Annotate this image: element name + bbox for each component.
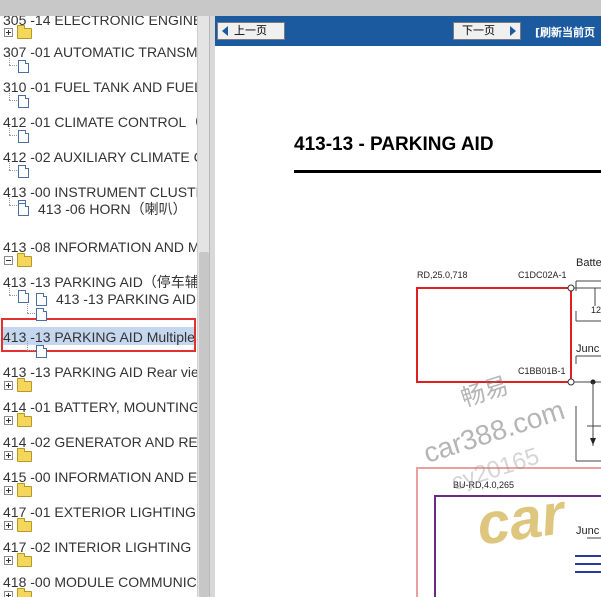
junction-label-1: Junc: [576, 343, 600, 355]
folder-icon: [17, 588, 32, 597]
folder-icon: [17, 253, 32, 267]
tree-item-label: 305 -14 ELECTRONIC ENGINE C: [3, 16, 197, 28]
tree-item[interactable]: 418 -00 MODULE COMMUNICA: [0, 572, 197, 592]
document-icon: [18, 95, 29, 108]
connector-dot-2: [567, 378, 575, 386]
tree-item[interactable]: 413 -13 PARKING AID: [0, 289, 197, 309]
folder-icon: [17, 553, 32, 567]
tree-item[interactable]: 307 -01 AUTOMATIC TRANSMI: [0, 42, 197, 62]
tree-item-label: 415 -00 INFORMATION AND EI: [3, 469, 197, 485]
document-icon: [36, 345, 47, 358]
tree-item[interactable]: 413 -08 INFORMATION AND M: [0, 237, 197, 257]
watermark-logo: car: [472, 481, 569, 558]
tree-item-label: 417 -01 EXTERIOR LIGHTING（: [3, 504, 197, 520]
pin-number-label: 12: [591, 305, 601, 315]
connector-label-1: C1DC02A-1: [518, 270, 567, 280]
tree-item[interactable]: 412 -01 CLIMATE CONTROL（冷: [0, 112, 197, 132]
expand-plus-icon[interactable]: [4, 486, 13, 495]
tree-item[interactable]: 413 -06 HORN（喇叭）: [0, 199, 197, 219]
junction-label-2: Junc: [576, 525, 600, 537]
expand-plus-icon[interactable]: [4, 521, 13, 530]
window-top-bar: [0, 0, 601, 17]
document-icon: [36, 308, 47, 321]
tree-item-label: 418 -00 MODULE COMMUNICA: [3, 574, 197, 590]
expand-plus-icon[interactable]: [4, 381, 13, 390]
tree-item[interactable]: 413 -13 PARKING AID Rear view: [0, 362, 197, 382]
folder-icon: [17, 378, 32, 392]
collapse-minus-icon[interactable]: [4, 256, 13, 265]
tree-item-label: 414 -01 BATTERY, MOUNTING: [3, 399, 197, 415]
tree-item-label: 310 -01 FUEL TANK AND FUEL: [3, 79, 197, 95]
battery-label: Batte: [576, 257, 601, 269]
tree-item-label: 413 -06 HORN（喇叭）: [38, 201, 187, 217]
document-pane: 上一页 下一页 [刷新当前页 413-13 - PARKING AID RD,2…: [215, 16, 601, 597]
tree-item-label: 417 -02 INTERIOR LIGHTING（室: [3, 539, 197, 555]
tree-item[interactable]: 415 -00 INFORMATION AND EI: [0, 467, 197, 487]
tree-item-label: 413 -13 PARKING AID Rear view: [3, 364, 197, 380]
tree-item-label: 413 -08 INFORMATION AND M: [3, 239, 197, 255]
folder-icon: [17, 448, 32, 462]
folder-icon: [17, 483, 32, 497]
tree-item[interactable]: 414 -02 GENERATOR AND REG: [0, 432, 197, 452]
tree-item[interactable]: 417 -02 INTERIOR LIGHTING（室: [0, 537, 197, 557]
document-icon: [18, 60, 29, 73]
tree-item[interactable]: 417 -01 EXTERIOR LIGHTING（: [0, 502, 197, 522]
tree-item-label: 307 -01 AUTOMATIC TRANSMI: [3, 44, 197, 60]
tree-item-label: 412 -01 CLIMATE CONTROL（冷: [3, 114, 197, 130]
folder-icon: [17, 25, 32, 39]
document-icon: [36, 293, 47, 306]
tree-item-label: 414 -02 GENERATOR AND REG: [3, 434, 197, 450]
document-icon: [18, 130, 29, 143]
expand-plus-icon[interactable]: [4, 451, 13, 460]
expand-plus-icon[interactable]: [4, 591, 13, 597]
wire-label-1: RD,25.0,718: [417, 270, 468, 280]
expand-plus-icon[interactable]: [4, 28, 13, 37]
tree-item[interactable]: 310 -01 FUEL TANK AND FUEL: [0, 77, 197, 97]
folder-icon: [17, 413, 32, 427]
expand-plus-icon[interactable]: [4, 556, 13, 565]
tree-item[interactable]: 413 -13 PARKING AID Multiple: [0, 327, 197, 347]
toc-tree-pane[interactable]: 305 -14 ELECTRONIC ENGINE C 307 -01 AUTOM…: [0, 16, 197, 597]
tree-item-label: 413 -13 PARKING AID: [56, 291, 196, 307]
document-icon: [18, 165, 29, 178]
connector-dot-1: [567, 284, 575, 292]
tree-scrollbar-thumb[interactable]: [199, 252, 209, 597]
tree-item[interactable]: 414 -01 BATTERY, MOUNTING: [0, 397, 197, 417]
folder-icon: [17, 518, 32, 532]
connector-label-2: C1BB01B-1: [518, 366, 566, 376]
document-icon: [18, 203, 29, 216]
tree-item[interactable]: 412 -02 AUXILIARY CLIMATE CO: [0, 147, 197, 167]
tree-item-label: 413 -13 PARKING AID Multiple: [3, 329, 195, 345]
tree-item-label: 412 -02 AUXILIARY CLIMATE CO: [3, 149, 197, 165]
expand-plus-icon[interactable]: [4, 416, 13, 425]
